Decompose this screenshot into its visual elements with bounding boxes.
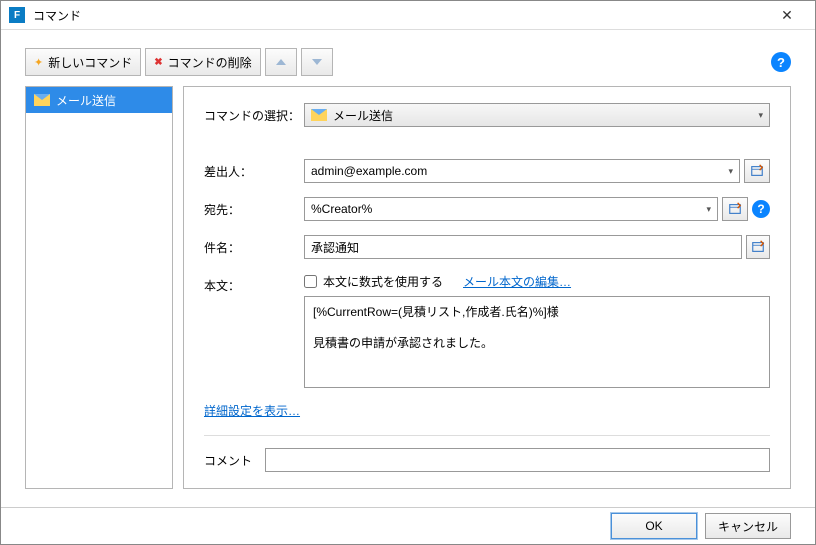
move-up-button[interactable] bbox=[265, 48, 297, 76]
from-label: 差出人： bbox=[204, 163, 304, 180]
cancel-button[interactable]: キャンセル bbox=[705, 513, 791, 539]
ok-button[interactable]: OK bbox=[611, 513, 697, 539]
new-command-button[interactable]: ✦ 新しいコマンド bbox=[25, 48, 141, 76]
body-label: 本文： bbox=[204, 273, 304, 294]
help-button[interactable]: ? bbox=[771, 52, 791, 72]
to-help-button[interactable]: ? bbox=[752, 200, 770, 218]
app-icon: F bbox=[9, 7, 25, 23]
delete-command-button[interactable]: ✖ コマンドの削除 bbox=[145, 48, 260, 76]
titlebar: F コマンド ✕ bbox=[1, 1, 815, 30]
picker-icon bbox=[751, 240, 765, 254]
from-picker-button[interactable] bbox=[744, 159, 770, 183]
subject-input[interactable] bbox=[304, 235, 742, 259]
mail-icon bbox=[311, 109, 327, 121]
picker-icon bbox=[728, 202, 742, 216]
window-title: コマンド bbox=[33, 7, 767, 24]
body-textarea[interactable]: [%CurrentRow=(見積リスト,作成者.氏名)%]様 見積書の申請が承認… bbox=[304, 296, 770, 388]
edit-body-link[interactable]: メール本文の編集… bbox=[463, 273, 571, 290]
comment-label: コメント bbox=[204, 452, 265, 469]
from-select[interactable]: admin@example.com ▾ bbox=[304, 159, 740, 183]
to-label: 宛先： bbox=[204, 201, 304, 218]
from-value: admin@example.com bbox=[311, 164, 427, 178]
command-select-value: メール送信 bbox=[333, 107, 393, 124]
new-command-label: 新しいコマンド bbox=[48, 54, 132, 71]
delete-icon: ✖ bbox=[154, 57, 162, 68]
sidebar-item-label: メール送信 bbox=[56, 92, 116, 109]
subject-label: 件名： bbox=[204, 239, 304, 256]
picker-icon bbox=[750, 164, 764, 178]
chevron-down-icon: ▾ bbox=[728, 166, 733, 177]
delete-command-label: コマンドの削除 bbox=[168, 54, 252, 71]
use-formula-label: 本文に数式を使用する bbox=[323, 273, 443, 290]
to-picker-button[interactable] bbox=[722, 197, 748, 221]
arrow-down-icon bbox=[312, 59, 322, 65]
subject-picker-button[interactable] bbox=[746, 235, 770, 259]
form-panel: コマンドの選択： メール送信 ▾ 差出人： bbox=[183, 86, 791, 489]
comment-input[interactable] bbox=[265, 448, 770, 472]
dialog-footer: OK キャンセル bbox=[1, 507, 815, 544]
command-list: メール送信 bbox=[25, 86, 173, 489]
move-down-button[interactable] bbox=[301, 48, 333, 76]
command-select-label: コマンドの選択： bbox=[204, 107, 304, 124]
to-value: %Creator% bbox=[311, 202, 372, 216]
new-icon: ✦ bbox=[34, 56, 43, 69]
advanced-settings-link[interactable]: 詳細設定を表示… bbox=[204, 404, 300, 418]
arrow-up-icon bbox=[276, 59, 286, 65]
toolbar: ✦ 新しいコマンド ✖ コマンドの削除 ? bbox=[25, 48, 791, 76]
to-select[interactable]: %Creator% ▾ bbox=[304, 197, 718, 221]
chevron-down-icon: ▾ bbox=[758, 110, 763, 121]
sidebar-item-mail-send[interactable]: メール送信 bbox=[26, 87, 172, 113]
command-select[interactable]: メール送信 ▾ bbox=[304, 103, 770, 127]
command-dialog: F コマンド ✕ ✦ 新しいコマンド ✖ コマンドの削除 ? bbox=[0, 0, 816, 545]
use-formula-checkbox[interactable] bbox=[304, 275, 317, 288]
close-button[interactable]: ✕ bbox=[767, 1, 807, 29]
chevron-down-icon: ▾ bbox=[706, 204, 711, 215]
mail-icon bbox=[34, 94, 50, 106]
